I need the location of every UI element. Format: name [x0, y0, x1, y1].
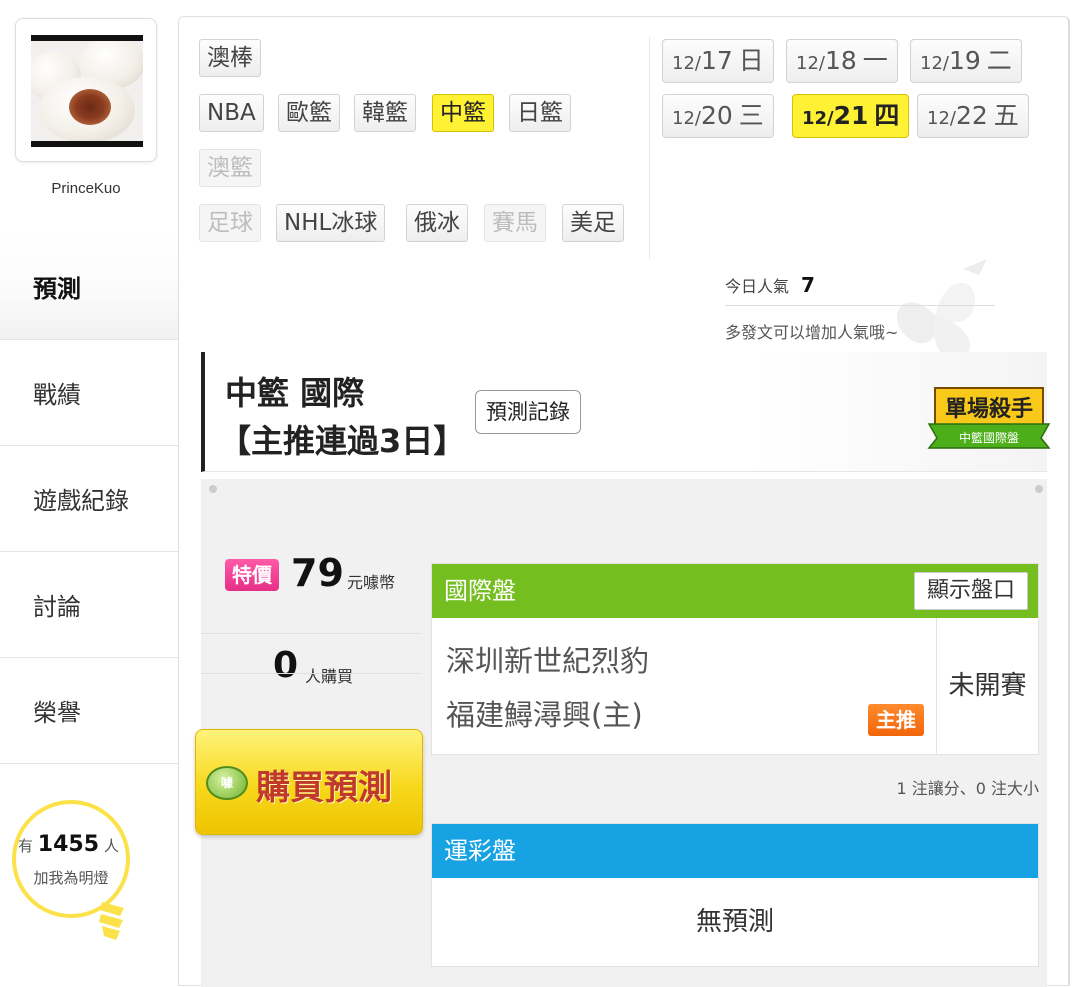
- pin-icon: [1035, 485, 1043, 493]
- nav-item-label: 遊戲紀錄: [33, 487, 129, 515]
- date-day: 21: [833, 101, 869, 130]
- buy-prediction-label: 購買預測: [256, 768, 392, 808]
- lottery-odds-panel: 運彩盤 無預測: [431, 823, 1039, 967]
- price-unit: 元噱幣: [347, 573, 396, 592]
- date-month: 12/: [672, 53, 701, 74]
- date-weekday: 三: [738, 101, 764, 130]
- price-value: 79: [291, 551, 344, 595]
- page-title: 中籃 國際: [225, 374, 365, 412]
- date-weekday: 一: [862, 46, 888, 75]
- sport-filter-nfl[interactable]: 美足: [562, 204, 624, 242]
- team-away: 深圳新世紀烈豹: [446, 644, 650, 678]
- sport-filter-soccer[interactable]: 足球: [199, 204, 261, 242]
- date-month: 12/: [672, 108, 701, 129]
- nav-item-label: 榮譽: [33, 699, 81, 727]
- match-status: 未開賽: [936, 618, 1038, 754]
- pin-icon: [209, 485, 217, 493]
- nav-item-label: 討論: [33, 593, 81, 621]
- date-weekday: 日: [738, 46, 764, 75]
- no-prediction-text: 無預測: [695, 907, 774, 937]
- date-1220[interactable]: 12/20 三: [662, 94, 774, 138]
- buyers-unit: 人購買: [305, 667, 354, 686]
- fan-count: 1455: [37, 832, 100, 857]
- lightbulb-base-icon: [99, 902, 124, 940]
- intl-panel-title: 國際盤: [444, 577, 516, 605]
- badge-subtitle: 中籃國際盤: [959, 430, 1019, 445]
- buy-prediction-button[interactable]: 噱 購買預測: [195, 729, 423, 835]
- nav-item-label: 預測: [33, 275, 81, 303]
- date-1222[interactable]: 12/22 五: [917, 94, 1029, 138]
- date-weekday: 四: [874, 101, 900, 130]
- prediction-content: 特價 79 元噱幣 0 人購買 噱 購買預測 國際盤 顯示盤口 深圳新世紀烈豹 …: [195, 479, 1047, 987]
- main-panel: 澳棒 NBA 歐籃 韓籃 中籃 日籃 澳籃 足球 NHL冰球 俄冰 賽馬 美足 …: [178, 16, 1070, 987]
- price-row: 特價 79 元噱幣: [201, 551, 421, 617]
- nav-item-record[interactable]: 戰績: [0, 340, 178, 446]
- special-price-tag: 特價: [225, 559, 279, 591]
- sport-filter-russia-hockey[interactable]: 俄冰: [406, 204, 468, 242]
- divider: [201, 633, 421, 634]
- bet-count-note: 1 注讓分、0 注大小: [896, 779, 1039, 798]
- popularity-label: 今日人氣: [725, 277, 790, 296]
- flower-decoration-icon: [896, 259, 987, 361]
- date-day: 19: [948, 46, 981, 75]
- sport-filter-japan-basketball[interactable]: 日籃: [509, 94, 571, 132]
- page-subtitle: 【主推連過3日】: [219, 422, 466, 460]
- username[interactable]: PrinceKuo: [0, 180, 172, 197]
- coin-icon: 噱: [206, 766, 248, 800]
- fan-prefix: 有: [18, 837, 34, 855]
- show-odds-button[interactable]: 顯示盤口: [913, 572, 1028, 610]
- main-pick-tag: 主推: [868, 704, 924, 736]
- date-day: 18: [824, 46, 857, 75]
- nav-item-predict[interactable]: 預測: [0, 234, 178, 340]
- date-month: 12/: [920, 53, 949, 74]
- date-1219[interactable]: 12/19 二: [910, 39, 1022, 83]
- date-month: 12/: [796, 53, 825, 74]
- intl-odds-panel: 國際盤 顯示盤口 深圳新世紀烈豹 福建鱘潯興(主) 主推 未開賽: [431, 563, 1039, 755]
- filter-divider: [649, 37, 650, 259]
- divider: [201, 673, 421, 674]
- popularity-divider: [725, 305, 995, 306]
- date-weekday: 五: [993, 101, 1019, 130]
- fan-suffix: 人: [103, 837, 119, 855]
- lottery-panel-title: 運彩盤: [432, 824, 1038, 878]
- date-day: 20: [700, 101, 733, 130]
- intl-panel-header: 國際盤 顯示盤口: [432, 564, 1038, 618]
- match-row: 深圳新世紀烈豹 福建鱘潯興(主) 主推 未開賽: [432, 618, 1038, 754]
- sport-filter-horse-racing[interactable]: 賽馬: [484, 204, 546, 242]
- popularity-value: 7: [801, 273, 815, 297]
- date-1217[interactable]: 12/17 日: [662, 39, 774, 83]
- sport-filter-aus-basketball[interactable]: 澳籃: [199, 149, 261, 187]
- date-weekday: 二: [986, 46, 1012, 75]
- nav-item-game-log[interactable]: 遊戲紀錄: [0, 446, 178, 552]
- prediction-record-button[interactable]: 預測記錄: [475, 390, 581, 434]
- sidebar: PrinceKuo 預測 戰績 遊戲紀錄 討論 榮譽 有 1455 人 加我為明…: [0, 0, 178, 970]
- sport-filter-aus-baseball[interactable]: 澳棒: [199, 39, 261, 77]
- nav-item-honor[interactable]: 榮譽: [0, 658, 178, 764]
- buyers-row: 0 人購買: [201, 641, 421, 701]
- sport-filter-china-basketball[interactable]: 中籃: [432, 94, 494, 132]
- fan-caption: 加我為明燈: [33, 869, 109, 887]
- nav-item-discussion[interactable]: 討論: [0, 552, 178, 658]
- buyers-count: 0: [273, 645, 299, 686]
- team-home: 福建鱘潯興(主): [446, 698, 643, 732]
- date-day: 17: [700, 46, 733, 75]
- date-1218[interactable]: 12/18 一: [786, 39, 898, 83]
- date-1221[interactable]: 12/21 四: [792, 94, 910, 138]
- date-day: 22: [955, 101, 988, 130]
- badge-title: 單場殺手: [945, 396, 1033, 422]
- sport-filter-euro-basketball[interactable]: 歐籃: [278, 94, 340, 132]
- nav-item-label: 戰績: [33, 381, 81, 409]
- sport-filter-nba[interactable]: NBA: [199, 94, 264, 132]
- date-month: 12/: [927, 108, 956, 129]
- fan-lightbulb[interactable]: 有 1455 人 加我為明燈: [12, 800, 132, 940]
- sport-filter-korea-basketball[interactable]: 韓籃: [354, 94, 416, 132]
- avatar-image: [31, 35, 143, 147]
- date-month: 12/: [802, 108, 834, 129]
- sport-filter-nhl[interactable]: NHL冰球: [276, 204, 386, 242]
- avatar[interactable]: [15, 18, 157, 162]
- popularity-hint: 多發文可以增加人氣哦~: [725, 323, 899, 342]
- prediction-header: 中籃 國際 【主推連過3日】 預測記錄 單場殺手 中籃國際盤: [201, 352, 1051, 472]
- single-match-killer-badge: 單場殺手 中籃國際盤: [927, 387, 1051, 449]
